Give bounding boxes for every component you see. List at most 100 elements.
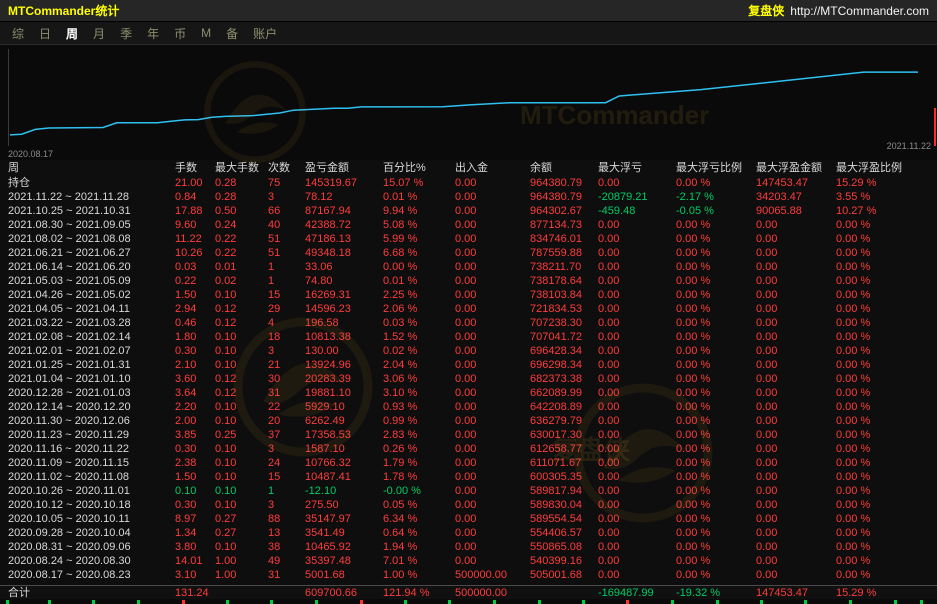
cell: 90065.88: [756, 204, 836, 218]
cell: 33.06: [305, 260, 383, 274]
cell: 0.10: [175, 484, 215, 498]
strip-bar: [716, 600, 719, 604]
table-row[interactable]: 2021.04.05 ~ 2021.04.112.940.122914596.2…: [0, 302, 937, 316]
cell: 0.00: [455, 526, 530, 540]
tab-账户[interactable]: 账户: [253, 25, 277, 42]
cell: -12.10: [305, 484, 383, 498]
cell: 0.00: [455, 176, 530, 190]
table-row[interactable]: 2021.05.03 ~ 2021.05.090.220.02174.800.0…: [0, 274, 937, 288]
strip-bar: [226, 600, 229, 604]
cell: 0.84: [175, 190, 215, 204]
cell: 0.22: [215, 246, 268, 260]
table-row[interactable]: 2021.01.04 ~ 2021.01.103.600.123020283.3…: [0, 372, 937, 386]
cell: 696428.34: [530, 344, 598, 358]
cell: 20283.39: [305, 372, 383, 386]
cell: 1: [268, 274, 305, 288]
table-row[interactable]: 2020.09.28 ~ 2020.10.041.340.27133541.49…: [0, 526, 937, 540]
cell: -20879.21: [598, 190, 676, 204]
table-row[interactable]: 2020.10.05 ~ 2020.10.118.970.278835147.9…: [0, 512, 937, 526]
table-row[interactable]: 2021.08.02 ~ 2021.08.0811.220.225147186.…: [0, 232, 937, 246]
table-row[interactable]: 2021.06.21 ~ 2021.06.2710.260.225149348.…: [0, 246, 937, 260]
cell: 0.00: [598, 330, 676, 344]
table-row[interactable]: 2020.11.16 ~ 2020.11.220.300.1031587.100…: [0, 442, 937, 456]
cell: 0.00: [756, 456, 836, 470]
table-row[interactable]: 2020.08.17 ~ 2020.08.233.101.00315001.68…: [0, 568, 937, 582]
x-axis-start-label: 2020.08.17: [8, 149, 53, 159]
cell: 0.00 %: [676, 246, 756, 260]
cell: 20: [268, 414, 305, 428]
period-label: 持仓: [8, 176, 175, 190]
cell: 0.00: [455, 498, 530, 512]
tab-周[interactable]: 周: [66, 25, 78, 42]
tab-备[interactable]: 备: [226, 25, 238, 42]
cell: 0.10: [215, 414, 268, 428]
cell: 0.00: [756, 526, 836, 540]
table-row[interactable]: 2020.12.14 ~ 2020.12.202.200.10225929.10…: [0, 400, 937, 414]
column-header: 出入金: [455, 160, 530, 176]
table-row[interactable]: 2021.08.30 ~ 2021.09.059.600.244042388.7…: [0, 218, 937, 232]
period-label: 2021.05.03 ~ 2021.05.09: [8, 274, 175, 288]
period-label: 2021.06.21 ~ 2021.06.27: [8, 246, 175, 260]
cell: 0.00: [598, 372, 676, 386]
cell: 75: [268, 176, 305, 190]
cell: 145319.67: [305, 176, 383, 190]
cell: 964380.79: [530, 176, 598, 190]
cell: 0.00 %: [676, 386, 756, 400]
cell: 13: [268, 526, 305, 540]
table-row[interactable]: 2021.01.25 ~ 2021.01.312.100.102113924.9…: [0, 358, 937, 372]
cell: 2.20: [175, 400, 215, 414]
cell: 636279.79: [530, 414, 598, 428]
tab-日[interactable]: 日: [39, 25, 51, 42]
cell: 0.01 %: [383, 274, 455, 288]
table-row[interactable]: 2020.11.02 ~ 2020.11.081.500.101510487.4…: [0, 470, 937, 484]
table-row[interactable]: 2020.10.12 ~ 2020.10.180.300.103275.500.…: [0, 498, 937, 512]
cell: 0.30: [175, 498, 215, 512]
table-row[interactable]: 2020.11.30 ~ 2020.12.062.000.10206262.49…: [0, 414, 937, 428]
tab-M[interactable]: M: [201, 26, 211, 40]
cell: 15.29 %: [836, 176, 937, 190]
cell: 74.80: [305, 274, 383, 288]
tab-年[interactable]: 年: [147, 25, 159, 42]
tab-币[interactable]: 币: [174, 25, 186, 42]
table-row[interactable]: 2021.06.14 ~ 2021.06.200.030.01133.060.0…: [0, 260, 937, 274]
cell: 1.00: [215, 568, 268, 582]
column-header: 次数: [268, 160, 305, 176]
table-row[interactable]: 2021.11.22 ~ 2021.11.280.840.28378.120.0…: [0, 190, 937, 204]
table-row[interactable]: 持仓21.000.2875145319.6715.07 %0.00964380.…: [0, 176, 937, 190]
table-row[interactable]: 2020.08.31 ~ 2020.09.063.800.103810465.9…: [0, 540, 937, 554]
table-row[interactable]: 2020.12.28 ~ 2021.01.033.640.123119881.1…: [0, 386, 937, 400]
period-label: 2021.02.08 ~ 2021.02.14: [8, 330, 175, 344]
cell: 0.00: [598, 428, 676, 442]
cell: 0.10: [215, 484, 268, 498]
strip-bar: [626, 600, 629, 604]
table-row[interactable]: 2021.03.22 ~ 2021.03.280.460.124196.580.…: [0, 316, 937, 330]
cell: 721834.53: [530, 302, 598, 316]
tab-季[interactable]: 季: [120, 25, 132, 42]
cell: 0.00 %: [676, 470, 756, 484]
table-row[interactable]: 2021.04.26 ~ 2021.05.021.500.101516269.3…: [0, 288, 937, 302]
cell: 0.10: [215, 330, 268, 344]
table-row[interactable]: 2020.10.26 ~ 2020.11.010.100.101-12.10-0…: [0, 484, 937, 498]
cell: 0.00: [598, 456, 676, 470]
period-label: 2021.08.02 ~ 2021.08.08: [8, 232, 175, 246]
strip-bar: [6, 600, 9, 604]
tab-综[interactable]: 综: [12, 25, 24, 42]
strip-bar: [760, 600, 763, 604]
tab-月[interactable]: 月: [93, 25, 105, 42]
cell: -0.05 %: [676, 204, 756, 218]
stats-table: 周手数最大手数次数盈亏金额百分比%出入金余额最大浮亏最大浮亏比例最大浮盈金额最大…: [0, 160, 937, 582]
cell: 0.00 %: [676, 218, 756, 232]
cell: 964380.79: [530, 190, 598, 204]
strip-bar: [493, 600, 496, 604]
table-row[interactable]: 2020.11.23 ~ 2020.11.293.850.253717358.5…: [0, 428, 937, 442]
table-row[interactable]: 2021.10.25 ~ 2021.10.3117.880.506687167.…: [0, 204, 937, 218]
cell: 10465.92: [305, 540, 383, 554]
cell: 612658.77: [530, 442, 598, 456]
table-row[interactable]: 2020.11.09 ~ 2020.11.152.380.102410766.3…: [0, 456, 937, 470]
table-row[interactable]: 2020.08.24 ~ 2020.08.3014.011.004935397.…: [0, 554, 937, 568]
column-header: 最大浮亏比例: [676, 160, 756, 176]
table-row[interactable]: 2021.02.01 ~ 2021.02.070.300.103130.000.…: [0, 344, 937, 358]
site-link[interactable]: http://MTCommander.com: [790, 4, 929, 18]
cell: 0.00: [756, 330, 836, 344]
table-row[interactable]: 2021.02.08 ~ 2021.02.141.800.101810813.3…: [0, 330, 937, 344]
